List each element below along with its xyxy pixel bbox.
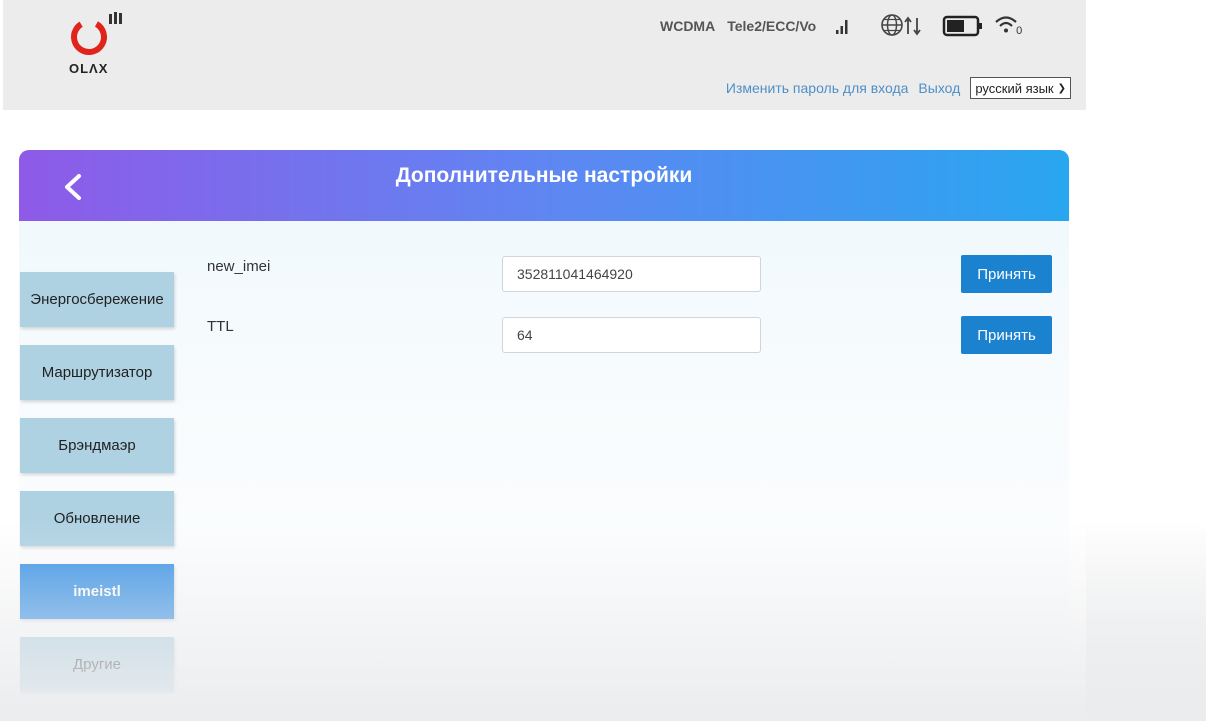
sidebar-item-firewall[interactable]: Брэндмаэр (20, 418, 174, 473)
internet-connection-icon (881, 14, 921, 36)
imei-input[interactable] (502, 256, 761, 292)
sidebar-item-update[interactable]: Обновление (20, 491, 174, 546)
ttl-input[interactable] (502, 317, 761, 353)
sidebar-item-label: Обновление (53, 510, 141, 527)
sidebar-item-label: Брэндмаэр (58, 437, 136, 454)
sidebar-item-label: imeistl (73, 583, 121, 600)
signal-strength-icon (836, 20, 848, 34)
sidebar-item-imeistl[interactable]: imeistl (20, 564, 174, 619)
status-bar: WCDMA Tele2/ECC/Vo 0 (660, 14, 1022, 38)
language-selected-value: русский язык (975, 80, 1054, 96)
sidebar-item-label: Маршрутизатор (41, 364, 153, 381)
panel-header: Дополнительные настройки (19, 150, 1069, 221)
change-password-link[interactable]: Изменить пароль для входа (726, 80, 909, 96)
sidebar-item-router[interactable]: Маршрутизатор (20, 345, 174, 400)
header-links: Изменить пароль для входа Выход русский … (726, 77, 1071, 99)
wifi-clients-count: 0 (1016, 25, 1023, 37)
logout-link[interactable]: Выход (918, 80, 960, 96)
settings-panel: Дополнительные настройки Энергосбережени… (19, 150, 1069, 721)
imei-label: new_imei (207, 258, 271, 275)
settings-sidebar: Энергосбережение Маршрутизатор Брэндмаэр… (20, 272, 174, 710)
sidebar-item-power-saving[interactable]: Энергосбережение (20, 272, 174, 327)
operator-name: Tele2/ECC/Vo (727, 18, 817, 34)
top-header: OLΛX WCDMA Tele2/ECC/Vo 0 Изменить парол… (3, 0, 1086, 110)
background-strip (1086, 0, 1206, 721)
page-title: Дополнительные настройки (395, 164, 693, 187)
apply-imei-button[interactable]: Принять (961, 255, 1052, 293)
language-select[interactable]: русский язык ❯ (970, 77, 1071, 99)
sidebar-item-other[interactable]: Другие (20, 637, 174, 692)
ttl-label: TTL (207, 318, 234, 335)
battery-icon (942, 15, 983, 37)
network-type: WCDMA (660, 18, 716, 34)
apply-ttl-button[interactable]: Принять (961, 316, 1052, 354)
sidebar-item-label: Другие (72, 656, 122, 673)
chevron-down-icon: ❯ (1057, 82, 1066, 94)
sidebar-item-label: Энергосбережение (30, 291, 164, 308)
logo-text: OLΛX (69, 61, 109, 76)
